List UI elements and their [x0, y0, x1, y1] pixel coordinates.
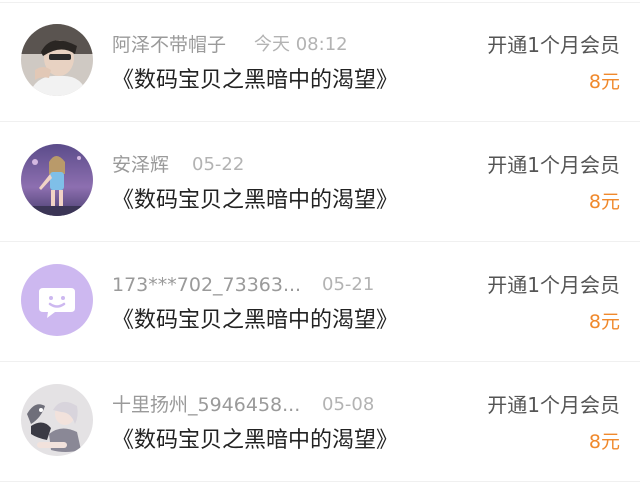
record-meta: 173***702_73363... — [112, 272, 301, 298]
book-title[interactable]: 《数码宝贝之黑暗中的渴望》 — [112, 306, 398, 336]
record-meta: 阿泽不带帽子 — [112, 32, 226, 58]
membership-plan: 开通1个月会员 — [487, 393, 620, 417]
timestamp: 05-22 — [192, 154, 245, 175]
membership-plan: 开通1个月会员 — [487, 153, 620, 177]
record-meta: 安泽辉 — [112, 152, 169, 178]
timestamp: 05-21 — [322, 274, 375, 295]
user-photo-avatar-icon[interactable] — [21, 24, 93, 96]
book-title[interactable]: 《数码宝贝之黑暗中的渴望》 — [112, 66, 398, 96]
price: 8元 — [588, 191, 620, 213]
username[interactable]: 阿泽不带帽子 — [112, 34, 226, 56]
default-chat-bubble-avatar-icon[interactable] — [21, 264, 93, 336]
record-meta: 十里扬州_5946458... — [112, 392, 300, 418]
row-divider — [0, 481, 640, 482]
username[interactable]: 安泽辉 — [112, 154, 169, 176]
username[interactable]: 173***702_73363... — [112, 274, 301, 296]
price: 8元 — [588, 311, 620, 333]
timestamp: 今天 08:12 — [254, 34, 348, 55]
price: 8元 — [588, 431, 620, 453]
game-character-avatar-icon[interactable] — [21, 144, 93, 216]
username[interactable]: 十里扬州_5946458... — [112, 394, 300, 416]
membership-plan: 开通1个月会员 — [487, 273, 620, 297]
list-item[interactable]: 安泽辉 05-22 《数码宝贝之黑暗中的渴望》 开通1个月会员 8元 — [0, 120, 640, 240]
purchase-record-list: 阿泽不带帽子 今天 08:12 《数码宝贝之黑暗中的渴望》 开通1个月会员 8元 — [0, 0, 640, 486]
book-title[interactable]: 《数码宝贝之黑暗中的渴望》 — [112, 186, 398, 216]
price: 8元 — [588, 71, 620, 93]
list-item[interactable]: 十里扬州_5946458... 05-08 《数码宝贝之黑暗中的渴望》 开通1个… — [0, 360, 640, 480]
timestamp: 05-08 — [322, 394, 375, 415]
membership-plan: 开通1个月会员 — [487, 33, 620, 57]
list-item[interactable]: 阿泽不带帽子 今天 08:12 《数码宝贝之黑暗中的渴望》 开通1个月会员 8元 — [0, 0, 640, 120]
list-item[interactable]: 173***702_73363... 05-21 《数码宝贝之黑暗中的渴望》 开… — [0, 240, 640, 360]
book-title[interactable]: 《数码宝贝之黑暗中的渴望》 — [112, 426, 398, 456]
anime-illustration-avatar-icon[interactable] — [21, 384, 93, 456]
